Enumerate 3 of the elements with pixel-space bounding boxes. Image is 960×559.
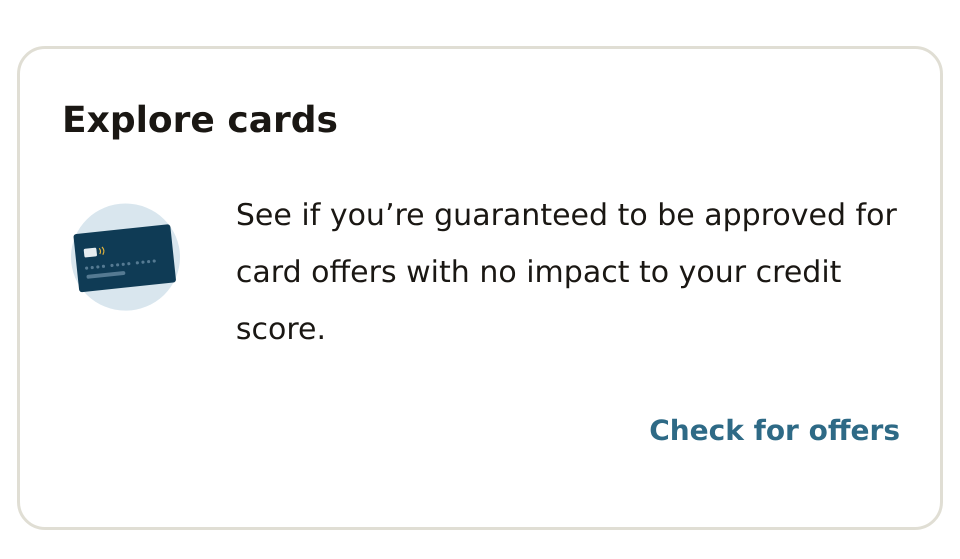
card-description: See if you’re guaranteed to be approved for card offers with no impact to your credit score.: [236, 197, 898, 349]
card-title: Explore cards: [62, 99, 339, 143]
check-offers-link[interactable]: Check for offers: [649, 410, 900, 452]
